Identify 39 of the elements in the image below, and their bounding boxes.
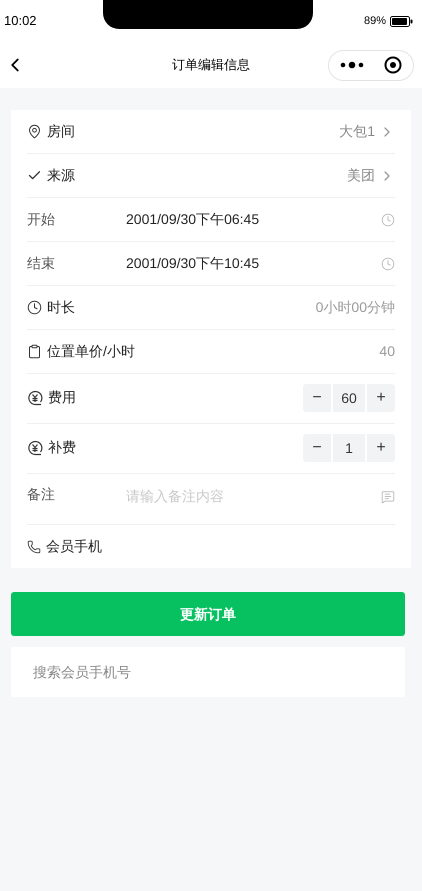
- select-value: 大包1: [339, 122, 375, 141]
- record-icon[interactable]: [384, 56, 402, 74]
- plus-button[interactable]: +: [367, 384, 395, 412]
- field-label: 备注: [27, 485, 55, 504]
- more-icon[interactable]: [340, 61, 364, 69]
- info-value: 0小时00分钟: [316, 298, 395, 317]
- info-value: 40: [379, 342, 395, 361]
- capsule-menu[interactable]: [328, 50, 414, 80]
- datetime-value[interactable]: 2001/09/30下午06:45: [126, 209, 381, 230]
- field-label: 来源: [47, 166, 75, 185]
- phone-icon: [27, 540, 41, 554]
- clipboard-icon: [27, 344, 42, 359]
- clock-icon: [27, 300, 42, 315]
- map-pin-icon: [27, 124, 42, 139]
- search-field[interactable]: 搜索会员手机号: [11, 647, 405, 697]
- field-label: 补费: [48, 438, 76, 457]
- yen-icon: [27, 390, 43, 406]
- yen-icon: [27, 440, 43, 456]
- plus-button[interactable]: +: [367, 434, 395, 462]
- battery-percent: 89%: [364, 14, 386, 29]
- page-title: 订单编辑信息: [172, 56, 250, 74]
- message-icon: [381, 490, 395, 504]
- field-label: 开始: [27, 210, 55, 229]
- battery-icon: [390, 16, 413, 26]
- select-value: 美团: [347, 166, 375, 185]
- field-label: 时长: [47, 298, 75, 317]
- select-row[interactable]: 房间 大包1: [27, 110, 395, 154]
- field-label: 房间: [47, 122, 75, 141]
- status-time: 10:02: [4, 12, 37, 30]
- select-row[interactable]: 来源 美团: [27, 154, 395, 198]
- field-label: 位置单价/小时: [47, 342, 135, 361]
- minus-button[interactable]: −: [303, 434, 331, 462]
- minus-button[interactable]: −: [303, 384, 331, 412]
- field-label: 会员手机: [46, 537, 102, 556]
- datetime-value[interactable]: 2001/09/30下午10:45: [126, 253, 381, 274]
- field-label: 结束: [27, 254, 55, 273]
- field-label: 费用: [48, 388, 76, 407]
- number-field[interactable]: 60: [333, 384, 365, 412]
- number-field[interactable]: 1: [333, 434, 365, 462]
